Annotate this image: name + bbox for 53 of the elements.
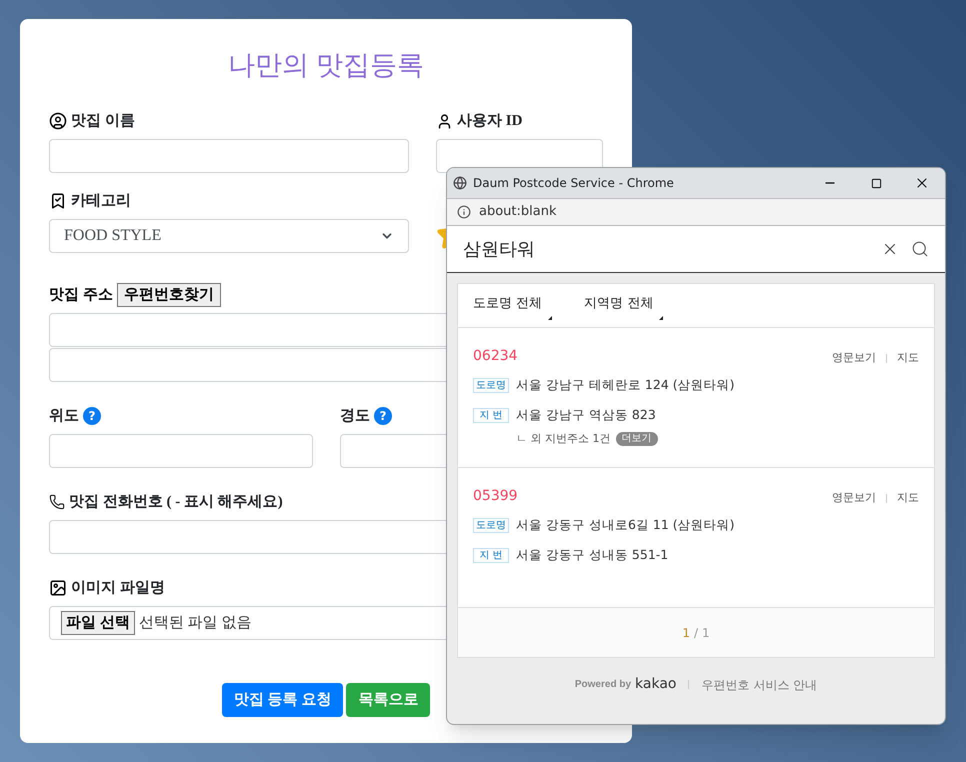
field-label: 맛집 전화번호 ( - 표시 해주세요) [69,492,283,512]
more-button[interactable]: 더보기 [616,432,658,446]
filter-dropdown[interactable]: 지역명 전체 [584,292,664,320]
file-choose-button[interactable]: 파일 선택 [61,611,135,635]
window-title: Daum Postcode Service - Chrome [473,175,674,192]
field-label: 카테고리 [71,192,131,211]
globe-icon [453,176,467,190]
input-field[interactable] [49,434,313,468]
filter-dropdown[interactable]: 도로명 전체 [473,292,552,320]
field-label: 맛집 이름 [71,112,135,131]
kakao-logo: kakao [635,675,676,694]
form-button[interactable]: 맛집 등록 요청 [222,683,344,717]
address-text[interactable]: 서울 강남구 테헤란로 124 (삼원타워) [516,376,735,394]
map-link[interactable]: 지도 [897,350,919,366]
address-text[interactable]: 서울 강동구 성내동 551-1 [516,546,668,564]
map-link[interactable]: 지도 [897,490,919,506]
english-link[interactable]: 영문보기 [832,490,876,506]
address-tag: 도로명 [473,378,509,392]
url-text: about:blank [479,203,556,222]
address-tag: 지 번 [473,548,509,562]
input-field[interactable] [49,139,409,173]
postal-code[interactable]: 05399 [473,486,518,507]
page-separator: / [694,624,698,642]
field-label: 위도 [49,406,79,426]
postcode-button[interactable]: 우편번호찾기 [116,283,221,307]
address-tag: 지 번 [473,408,509,422]
field-label: 경도 [340,406,370,426]
english-link[interactable]: 영문보기 [832,350,876,366]
address-tag: 도로명 [473,518,509,532]
help-icon: ? [374,407,392,425]
extra-address-note: ㄴ 외 지번주소 1건 [516,431,610,447]
user-icon [436,112,453,130]
address-text[interactable]: 서울 강남구 역삼동 823 [516,406,656,424]
image-icon [49,579,67,597]
help-icon: ? [83,407,101,425]
phone-icon [49,494,65,510]
field-label: 이미지 파일명 [71,578,165,598]
field-label: 맛집 주소 [49,286,113,305]
file-status: 선택된 파일 없음 [138,614,252,633]
info-icon [457,205,471,219]
form-title: 나만의 맛집등록 [227,49,425,81]
current-page: 1 [682,624,690,642]
bookmark-icon [49,192,67,210]
service-guide-link[interactable]: 우편번호 서비스 안내 [701,676,818,694]
address-text[interactable]: 서울 강동구 성내로6길 11 (삼원타워) [516,516,735,534]
postal-code[interactable]: 06234 [473,346,518,367]
search-field[interactable]: 삼원타워 [447,226,945,273]
search-icon[interactable] [911,240,929,258]
powered-by-text: Powered by [574,678,632,692]
total-pages: 1 [702,624,710,642]
field-label: 사용자 ID [457,112,522,131]
category-select[interactable]: FOOD STYLE [49,219,409,253]
maximize-icon [870,178,882,188]
